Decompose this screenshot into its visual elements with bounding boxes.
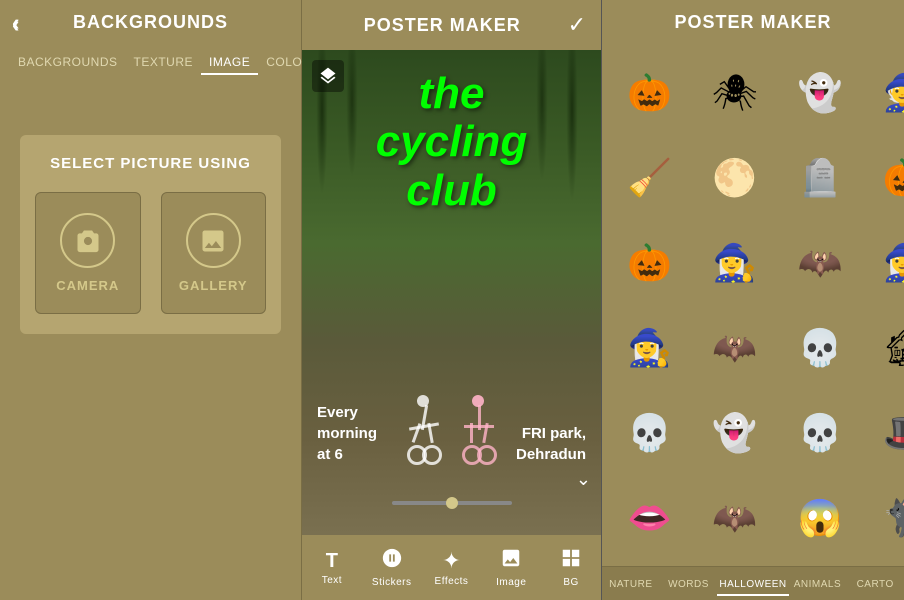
- sticker-pumpkin2[interactable]: 🎃: [866, 138, 904, 217]
- toolbar-bg[interactable]: BG: [541, 541, 601, 594]
- select-picture-label: SELECT PICTURE USING: [50, 155, 251, 172]
- stickers-panel-title: POSTER MAKER: [617, 12, 889, 33]
- sticker-tabs: NATUREWORDSHALLOWEENANIMALSCARTO: [602, 566, 904, 600]
- sticker-witch3[interactable]: 🧙‍♀️: [610, 309, 689, 388]
- panel1-title: BACKGROUNDS: [73, 12, 228, 33]
- poster-header: ‹ POSTER MAKER ✓: [302, 0, 601, 50]
- progress-slider[interactable]: [392, 501, 512, 505]
- cyclist-2: [462, 395, 497, 465]
- camera-option[interactable]: CAMERA: [35, 192, 141, 314]
- toolbar-bg-label: BG: [563, 577, 578, 588]
- camera-icon-circle: [60, 213, 115, 268]
- tab-texture[interactable]: TEXTURE: [126, 51, 202, 75]
- sticker-moon[interactable]: 🌕: [695, 138, 774, 217]
- sticker-witch2[interactable]: 🧙‍♀️: [866, 223, 904, 302]
- poster-bottom-right: FRI park, Dehradun: [516, 423, 586, 465]
- expand-button[interactable]: ⌄: [576, 469, 591, 490]
- sticker-bat[interactable]: 🦇: [695, 309, 774, 388]
- sticker-gravestone[interactable]: 🪦: [780, 138, 859, 217]
- cyclist-1: [407, 395, 442, 465]
- toolbar-text[interactable]: T Text: [302, 541, 362, 594]
- tab-backgrounds[interactable]: BACKGROUNDS: [10, 51, 126, 75]
- toolbar-image[interactable]: Image: [481, 541, 541, 594]
- toolbar-effects-label: Effects: [435, 576, 469, 587]
- stickers-icon: [381, 547, 403, 575]
- camera-label: CAMERA: [56, 278, 119, 293]
- sticker-skull[interactable]: 💀: [610, 394, 689, 473]
- slider-handle[interactable]: [446, 497, 458, 509]
- sticker-witch[interactable]: 🧙‍♀️: [695, 223, 774, 302]
- camera-icon: [74, 227, 102, 255]
- bg-svg: [560, 547, 582, 569]
- poster-bottom-left: Every morning at 6: [317, 402, 377, 465]
- sticker-hat[interactable]: 🎩: [866, 394, 904, 473]
- gallery-icon: [199, 227, 227, 255]
- text-icon: T: [326, 550, 338, 573]
- poster-main-text[interactable]: the cycling club: [362, 70, 542, 215]
- sticker-tab-halloween[interactable]: HALLOWEEN: [717, 575, 788, 596]
- select-picture-box: SELECT PICTURE USING CAMERA GALLERY: [20, 135, 281, 334]
- sticker-pumpkin[interactable]: 🎃: [610, 53, 689, 132]
- toolbar-stickers[interactable]: Stickers: [362, 541, 422, 594]
- toolbar-stickers-label: Stickers: [372, 577, 412, 588]
- backgrounds-header: ‹ BACKGROUNDS: [0, 0, 301, 45]
- sticker-grid: 🎃🕷👻🧙🧹🌕🪦🎃🎃🧙‍♀️🦇🧙‍♀️🧙‍♀️🦇💀🏚💀👻💀🎩👄🦇😱🐈‍⬛: [602, 45, 904, 566]
- sticker-haunted-house[interactable]: 🏚: [866, 309, 904, 388]
- toolbar-image-label: Image: [496, 577, 526, 588]
- confirm-button[interactable]: ✓: [568, 12, 586, 38]
- sticker-bat-moon[interactable]: 🦇: [780, 223, 859, 302]
- stickers-back-button[interactable]: ‹: [12, 10, 19, 36]
- sticker-tab-animals[interactable]: ANIMALS: [789, 575, 847, 596]
- poster-maker-panel: ‹ POSTER MAKER ✓ the cycling club: [302, 0, 602, 600]
- stickers-header: ‹ POSTER MAKER: [602, 0, 904, 45]
- image-icon: [500, 547, 522, 575]
- sticker-witch-hat[interactable]: 🧙: [866, 53, 904, 132]
- sticker-ghosts[interactable]: 👻: [695, 394, 774, 473]
- sticker-lips[interactable]: 👄: [610, 479, 689, 558]
- gallery-icon-circle: [186, 213, 241, 268]
- poster-canvas[interactable]: the cycling club: [302, 50, 601, 535]
- poster-background: the cycling club: [302, 50, 601, 535]
- sticker-reaper[interactable]: 💀: [780, 394, 859, 473]
- sticker-tab-carto[interactable]: CARTO: [846, 575, 904, 596]
- cyclist-figures: [407, 395, 497, 465]
- sticker-scream[interactable]: 😱: [780, 479, 859, 558]
- layers-button[interactable]: [312, 60, 344, 92]
- tab-image[interactable]: IMAGE: [201, 51, 258, 75]
- toolbar-effects[interactable]: ✦ Effects: [422, 541, 482, 594]
- bg-icon: [560, 547, 582, 575]
- effects-icon: ✦: [442, 548, 460, 574]
- picture-options: CAMERA GALLERY: [35, 192, 266, 314]
- sticker-ghost[interactable]: 👻: [780, 53, 859, 132]
- stickers-panel: ‹ POSTER MAKER 🎃🕷👻🧙🧹🌕🪦🎃🎃🧙‍♀️🦇🧙‍♀️🧙‍♀️🦇💀🏚…: [602, 0, 904, 600]
- sticker-pumpkins[interactable]: 🎃: [610, 223, 689, 302]
- poster-title: POSTER MAKER: [317, 15, 568, 36]
- sticker-halloween-text[interactable]: 💀: [780, 309, 859, 388]
- poster-toolbar: T Text Stickers ✦ Effects Image: [302, 535, 601, 600]
- gallery-option[interactable]: GALLERY: [161, 192, 267, 314]
- sticker-spider[interactable]: 🕷: [695, 53, 774, 132]
- backgrounds-tabs: BACKGROUNDS TEXTURE IMAGE COLOR: [0, 45, 301, 75]
- sticker-black-cat[interactable]: 🐈‍⬛: [866, 479, 904, 558]
- sticker-svg: [381, 547, 403, 569]
- toolbar-text-label: Text: [322, 575, 342, 586]
- sticker-broom[interactable]: 🧹: [610, 138, 689, 217]
- gallery-label: GALLERY: [179, 278, 248, 293]
- backgrounds-panel: ‹ BACKGROUNDS BACKGROUNDS TEXTURE IMAGE …: [0, 0, 302, 600]
- sticker-tab-nature[interactable]: NATURE: [602, 575, 660, 596]
- image-svg: [500, 547, 522, 569]
- layers-icon: [318, 66, 338, 86]
- sticker-tab-words[interactable]: WORDS: [660, 575, 718, 596]
- sticker-bat2[interactable]: 🦇: [695, 479, 774, 558]
